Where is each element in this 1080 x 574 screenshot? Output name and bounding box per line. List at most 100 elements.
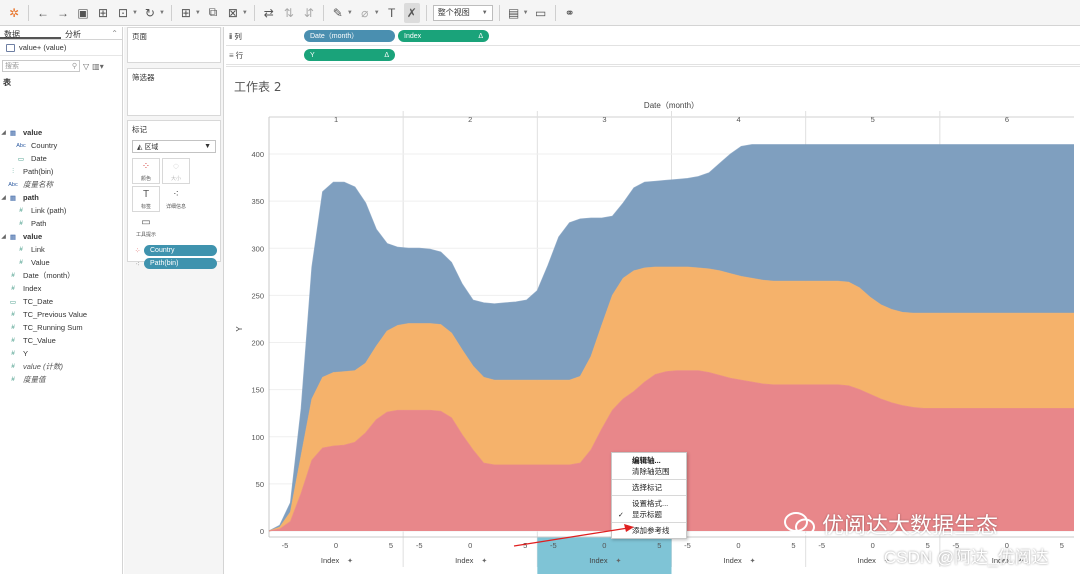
- redo-icon[interactable]: →: [55, 3, 71, 23]
- caret-icon[interactable]: ▼: [347, 10, 353, 16]
- field-item[interactable]: ▭ TC_Date: [0, 295, 122, 308]
- menu-item-edit-axis[interactable]: 编辑轴...: [612, 455, 686, 466]
- group-icon[interactable]: ⌀: [357, 3, 373, 23]
- view-options-icon[interactable]: ▥▾: [92, 62, 104, 71]
- duplicate-sheet-icon[interactable]: ⧉: [205, 3, 221, 23]
- size-button[interactable]: ◌ 大小: [162, 158, 190, 184]
- pin-icon[interactable]: ✦: [615, 557, 621, 565]
- new-datasource-icon[interactable]: ⊞: [95, 3, 111, 23]
- caret-icon[interactable]: ▼: [374, 10, 380, 16]
- y-tick-label: 400: [251, 150, 264, 159]
- y-pill[interactable]: YΔ: [304, 49, 395, 61]
- field-item[interactable]: ⫶ Path(bin): [0, 165, 122, 178]
- num-field-icon: #: [11, 363, 15, 370]
- x-tick-label: 0: [334, 541, 338, 550]
- swap-icon[interactable]: ⇄: [261, 3, 277, 23]
- field-label: Date（month）: [23, 271, 75, 280]
- color-button[interactable]: ⁘ 颜色: [132, 158, 160, 184]
- field-item[interactable]: ◢ ▦ value: [0, 126, 122, 139]
- pin-icon[interactable]: ✦: [347, 557, 353, 565]
- field-item[interactable]: # Path: [0, 217, 122, 230]
- field-item[interactable]: ▭ Date: [0, 152, 122, 165]
- undo-icon[interactable]: ←: [35, 3, 51, 23]
- tooltip-button[interactable]: ▭ 工具提示: [132, 214, 160, 240]
- fix-axes-icon[interactable]: ✗: [403, 2, 420, 23]
- tooltip-icon: ▭: [141, 216, 151, 228]
- field-item[interactable]: # Date（month）: [0, 269, 122, 282]
- menu-item-select-marks[interactable]: 选择标记: [612, 482, 686, 493]
- tab-analytics-label: 分析: [65, 30, 81, 39]
- field-label: Y: [23, 349, 29, 358]
- datasource-row[interactable]: value+ (value): [0, 40, 122, 56]
- x-tick-label: 0: [871, 541, 875, 550]
- new-worksheet-icon[interactable]: ⊞: [178, 3, 194, 23]
- expand-caret-icon[interactable]: ◢: [0, 129, 7, 136]
- filter-icon[interactable]: ▽: [83, 62, 89, 71]
- mark-type-select[interactable]: ◭ 区域 ▼: [132, 140, 216, 153]
- save-icon[interactable]: ▣: [75, 3, 91, 23]
- caret-icon[interactable]: ▼: [195, 10, 201, 16]
- rows-shelf-label-wrap: ≡ 行: [226, 50, 304, 61]
- highlight-icon[interactable]: ✎: [330, 3, 346, 23]
- field-item[interactable]: # Index: [0, 282, 122, 295]
- caret-icon[interactable]: ▼: [523, 10, 529, 16]
- menu-item-format[interactable]: 设置格式...: [612, 498, 686, 509]
- pages-card-title: 页面: [132, 32, 147, 41]
- filters-card-title: 筛选器: [132, 73, 155, 82]
- path-bin-pill[interactable]: Path(bin): [144, 258, 217, 269]
- field-item[interactable]: # Link (path): [0, 204, 122, 217]
- clear-sheet-icon[interactable]: ⊠: [225, 3, 241, 23]
- index-pill[interactable]: Index Δ: [398, 30, 489, 42]
- field-item[interactable]: # TC_Value: [0, 334, 122, 347]
- pin-icon[interactable]: ✦: [750, 557, 756, 565]
- y-tick-label: 250: [251, 291, 264, 300]
- field-item[interactable]: # value (计数): [0, 360, 122, 373]
- tab-data[interactable]: 数据: [0, 27, 61, 39]
- pause-updates-icon[interactable]: ⊡: [115, 3, 131, 23]
- share-icon[interactable]: ⚭: [562, 3, 578, 23]
- refresh-icon[interactable]: ↻: [142, 3, 158, 23]
- field-item[interactable]: # TC_Running Sum: [0, 321, 122, 334]
- section-title: 表: [3, 78, 11, 87]
- sort-desc-icon[interactable]: ⇵: [301, 3, 317, 23]
- label-button[interactable]: T 标签: [132, 186, 160, 212]
- sort-asc-icon[interactable]: ⇅: [281, 3, 297, 23]
- menu-item-clear-axis-range[interactable]: 清除轴范围: [612, 466, 686, 477]
- field-item[interactable]: Abc 度量名称: [0, 178, 122, 191]
- detail-button[interactable]: ⁖ 详细信息: [162, 186, 190, 212]
- search-row: 搜索 ⚲ ▽ ▥▾: [0, 58, 122, 74]
- pin-icon[interactable]: ✦: [481, 557, 487, 565]
- menu-item-show-header[interactable]: ✓ 显示标题: [612, 509, 686, 520]
- field-item[interactable]: # Y: [0, 347, 122, 360]
- pane-menu-icon[interactable]: ⌃: [111, 29, 118, 38]
- country-pill[interactable]: Country: [144, 245, 217, 256]
- show-cards-icon[interactable]: ▤: [506, 3, 522, 23]
- field-item[interactable]: Abc Country: [0, 139, 122, 152]
- search-input[interactable]: 搜索 ⚲: [2, 60, 80, 72]
- field-item[interactable]: # Value: [0, 256, 122, 269]
- tab-analytics[interactable]: 分析 ⌃: [61, 27, 122, 39]
- filters-card[interactable]: 筛选器: [127, 68, 221, 116]
- field-label: value: [23, 128, 43, 137]
- caret-icon[interactable]: ▼: [132, 10, 138, 16]
- date-month-pill[interactable]: Date（month）: [304, 30, 395, 42]
- tableau-logo-icon[interactable]: ✲: [6, 3, 22, 23]
- show-labels-icon[interactable]: T: [384, 3, 400, 23]
- expand-caret-icon[interactable]: ◢: [0, 233, 7, 240]
- presentation-mode-icon[interactable]: ▭: [533, 3, 549, 23]
- caret-icon[interactable]: ▼: [242, 10, 248, 16]
- toolbar-separator: [170, 4, 172, 21]
- x-tick-label: 5: [791, 541, 795, 550]
- field-item[interactable]: ◢ ▦ value: [0, 230, 122, 243]
- field-item[interactable]: # 度量值: [0, 373, 122, 386]
- expand-caret-icon[interactable]: ◢: [0, 194, 7, 201]
- detail-label: 详细信息: [165, 203, 186, 210]
- fit-select[interactable]: 整个视图 ▼: [432, 4, 493, 21]
- columns-shelf: iii 列 Date（month） Index Δ: [226, 27, 1080, 46]
- field-item[interactable]: # Link: [0, 243, 122, 256]
- field-item[interactable]: ◢ ▦ path: [0, 191, 122, 204]
- chevron-down-icon: ▼: [204, 143, 211, 150]
- field-item[interactable]: # TC_Previous Value: [0, 308, 122, 321]
- caret-icon[interactable]: ▼: [159, 10, 165, 16]
- pages-card[interactable]: 页面: [127, 27, 221, 63]
